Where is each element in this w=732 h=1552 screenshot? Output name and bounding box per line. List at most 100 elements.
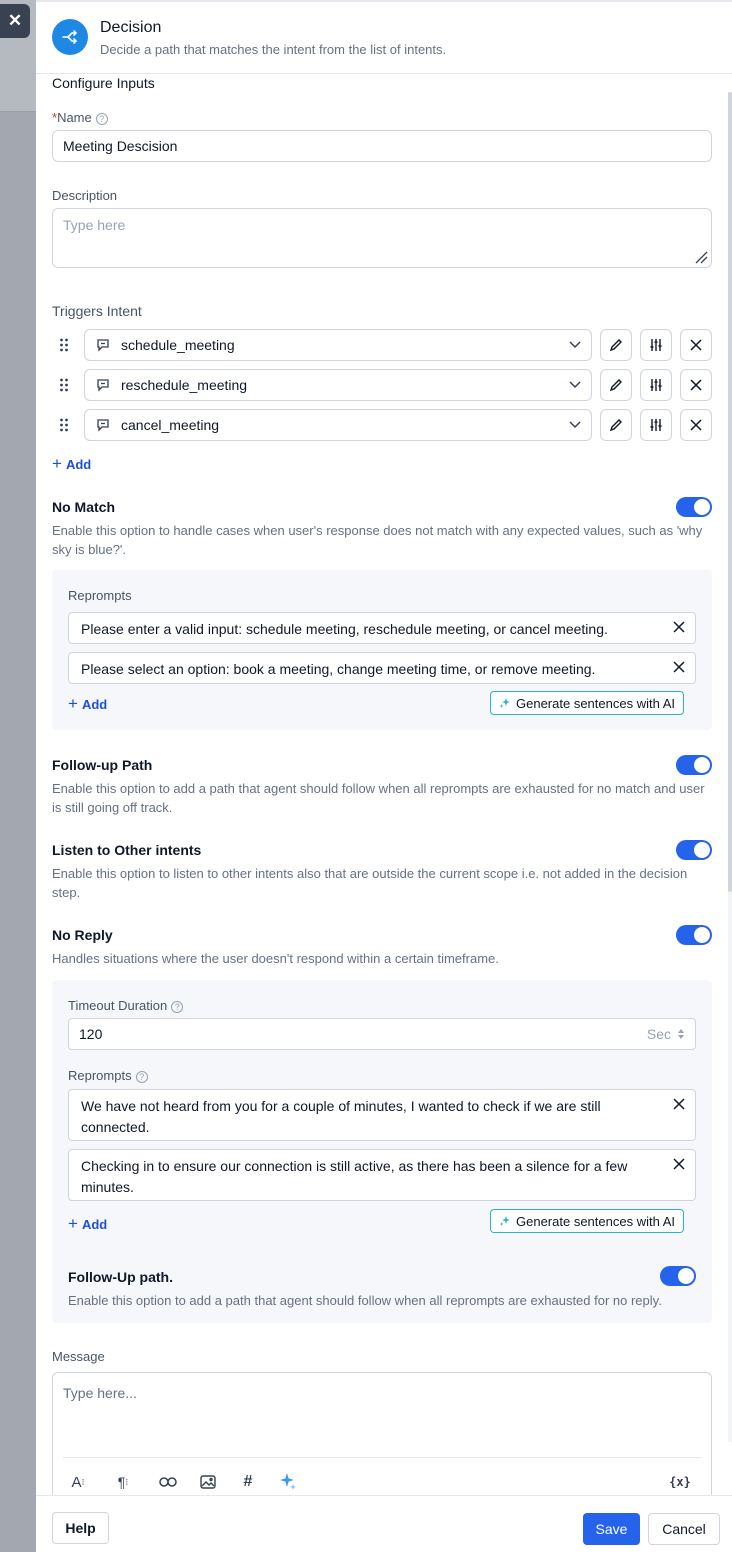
reprompts-label-text: Reprompts [68, 1068, 132, 1083]
close-icon[interactable] [673, 1158, 685, 1170]
stepper-icon[interactable] [677, 1028, 685, 1040]
cancel-button[interactable]: Cancel [648, 1513, 720, 1545]
add-intent-button[interactable]: + Add [52, 454, 91, 474]
listen-other-toggle[interactable] [676, 840, 712, 860]
follow-up-path-toggle[interactable] [676, 755, 712, 775]
ai-sparkle-icon[interactable] [278, 1472, 298, 1492]
add-label: Add [81, 1216, 108, 1232]
chat-bubble-icon [95, 337, 111, 353]
listen-other-title: Listen to Other intents [52, 842, 202, 858]
drag-handle-icon[interactable] [58, 416, 70, 434]
close-icon[interactable] [673, 661, 685, 673]
chevron-down-icon [569, 381, 581, 389]
add-reprompt-button[interactable]: + Add [68, 1214, 107, 1234]
message-placeholder: Type here... [63, 1385, 137, 1401]
close-icon[interactable] [673, 1098, 685, 1110]
reprompt-text: Please select an option: book a meeting,… [81, 661, 596, 677]
scrollbar-thumb[interactable] [728, 92, 732, 892]
panel-header: Decision Decide a path that matches the … [36, 2, 732, 74]
no-match-reprompts-box: Reprompts Please enter a valid input: sc… [52, 570, 712, 730]
sliders-icon [650, 339, 662, 351]
add-label: Add [81, 696, 108, 712]
generate-ai-button[interactable]: Generate sentences with AI [490, 691, 684, 715]
add-reprompt-button[interactable]: + Add [68, 694, 107, 714]
chat-bubble-icon [95, 377, 111, 393]
close-icon [690, 419, 702, 431]
variable-icon[interactable]: {x} [669, 1472, 691, 1492]
plus-icon: + [68, 694, 78, 713]
message-editor[interactable]: Type here... [52, 1372, 712, 1495]
close-panel-button[interactable]: ✕ [0, 4, 30, 38]
decision-icon [52, 19, 88, 55]
paragraph-icon[interactable]: ¶ ⁝ [113, 1472, 133, 1492]
sliders-icon [650, 419, 662, 431]
no-reply-reprompts-label: Reprompts? [68, 1068, 148, 1083]
remove-intent-button[interactable] [680, 369, 712, 401]
no-reply-follow-up-title: Follow-Up path. [68, 1269, 173, 1285]
drag-handle-icon[interactable] [58, 376, 70, 394]
timeout-label: Timeout Duration? [68, 998, 184, 1013]
intent-name: cancel_meeting [121, 417, 220, 433]
name-label: *Name? [52, 110, 108, 125]
reprompt-text: Please enter a valid input: schedule mee… [81, 621, 608, 637]
close-icon [690, 379, 702, 391]
reprompt-item[interactable]: Please enter a valid input: schedule mee… [68, 612, 696, 644]
panel-footer: Help Save Cancel [36, 1495, 732, 1552]
resize-handle-icon[interactable] [694, 250, 708, 264]
listen-other-description: Enable this option to listen to other in… [52, 866, 688, 900]
no-match-toggle[interactable] [676, 497, 712, 517]
pencil-icon [609, 419, 622, 432]
intent-select[interactable]: schedule_meeting [84, 329, 592, 361]
no-match-description: Enable this option to handle cases when … [52, 523, 703, 557]
remove-intent-button[interactable] [680, 409, 712, 441]
close-icon [690, 339, 702, 351]
edit-intent-button[interactable] [600, 369, 632, 401]
intent-settings-button[interactable] [640, 409, 672, 441]
help-icon[interactable]: ? [135, 1070, 148, 1083]
help-icon[interactable]: ? [95, 112, 108, 125]
chat-bubble-icon [95, 417, 111, 433]
sparkle-icon [499, 1216, 510, 1226]
intent-select[interactable]: reschedule_meeting [84, 369, 592, 401]
drag-handle-icon[interactable] [58, 336, 70, 354]
name-input-value: Meeting Descision [63, 138, 178, 154]
chevron-down-icon [569, 421, 581, 429]
image-icon[interactable] [198, 1472, 218, 1492]
edit-intent-button[interactable] [600, 329, 632, 361]
reprompts-label: Reprompts [68, 588, 132, 603]
timeout-value: 120 [79, 1026, 103, 1042]
generate-ai-button[interactable]: Generate sentences with AI [490, 1209, 684, 1233]
timeout-input[interactable]: 120 Sec [68, 1018, 696, 1050]
help-icon[interactable]: ? [171, 1000, 184, 1013]
reprompt-text: We have not heard from you for a couple … [81, 1098, 601, 1135]
follow-up-path-title: Follow-up Path [52, 757, 153, 773]
hash-icon[interactable]: # [238, 1472, 258, 1492]
no-reply-toggle[interactable] [676, 925, 712, 945]
reprompt-item[interactable]: We have not heard from you for a couple … [68, 1089, 696, 1141]
link-icon[interactable] [158, 1472, 178, 1492]
name-input[interactable]: Meeting Descision [52, 130, 712, 162]
pencil-icon [609, 379, 622, 392]
edit-intent-button[interactable] [600, 409, 632, 441]
reprompt-item[interactable]: Please select an option: book a meeting,… [68, 652, 696, 684]
no-reply-description: Handles situations where the user doesn'… [52, 951, 499, 966]
generate-ai-label: Generate sentences with AI [516, 1213, 675, 1229]
description-textarea[interactable]: Type here [52, 208, 712, 268]
remove-intent-button[interactable] [680, 329, 712, 361]
no-reply-follow-up-toggle[interactable] [660, 1266, 696, 1286]
close-icon[interactable] [673, 621, 685, 633]
font-size-icon[interactable]: A ⁝ [68, 1472, 88, 1492]
save-button[interactable]: Save [583, 1513, 640, 1545]
description-label: Description [52, 188, 118, 203]
no-reply-follow-up-description: Enable this option to add a path that ag… [68, 1293, 662, 1308]
intent-settings-button[interactable] [640, 329, 672, 361]
reprompt-item[interactable]: Checking in to ensure our connection is … [68, 1149, 696, 1201]
intent-select[interactable]: cancel_meeting [84, 409, 592, 441]
reprompt-text: Checking in to ensure our connection is … [81, 1158, 628, 1195]
panel-body: Configure Inputs *Name? Meeting Descisio… [36, 75, 732, 1495]
name-label-text: Name [57, 110, 92, 125]
intent-settings-button[interactable] [640, 369, 672, 401]
intent-name: reschedule_meeting [121, 377, 248, 393]
help-button[interactable]: Help [52, 1512, 109, 1544]
panel-title: Decision [100, 19, 162, 36]
